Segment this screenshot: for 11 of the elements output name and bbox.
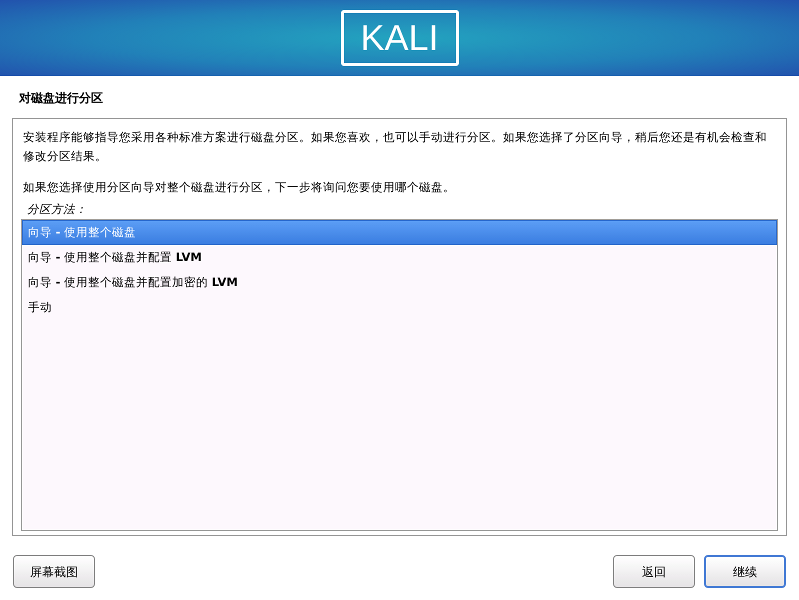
list-option[interactable]: 手动 xyxy=(22,295,777,320)
dialog-button[interactable]: 继续 xyxy=(704,555,786,588)
list-option[interactable]: 向导 - 使用整个磁盘并配置加密的 LVM xyxy=(22,270,777,295)
list-option[interactable]: 向导 - 使用整个磁盘并配置 LVM xyxy=(22,245,777,270)
page-title: 对磁盘进行分区 xyxy=(18,90,104,107)
dialog-button[interactable]: 返回 xyxy=(613,555,695,588)
list-label: 分区方法： xyxy=(26,201,88,218)
dialog-button[interactable]: 屏幕截图 xyxy=(13,555,95,588)
paragraph: 如果您选择使用分区向导对整个磁盘进行分区，下一步将询问您要使用哪个磁盘。 xyxy=(23,179,456,196)
paragraph: 安装程序能够指导您采用各种标准方案进行磁盘分区。如果您喜欢，也可以手动进行分区。如果您选择了分区向导，稍后您还是有机会检查和修改分区结果。 xyxy=(23,129,768,165)
kali-logo: KALI xyxy=(340,10,458,66)
